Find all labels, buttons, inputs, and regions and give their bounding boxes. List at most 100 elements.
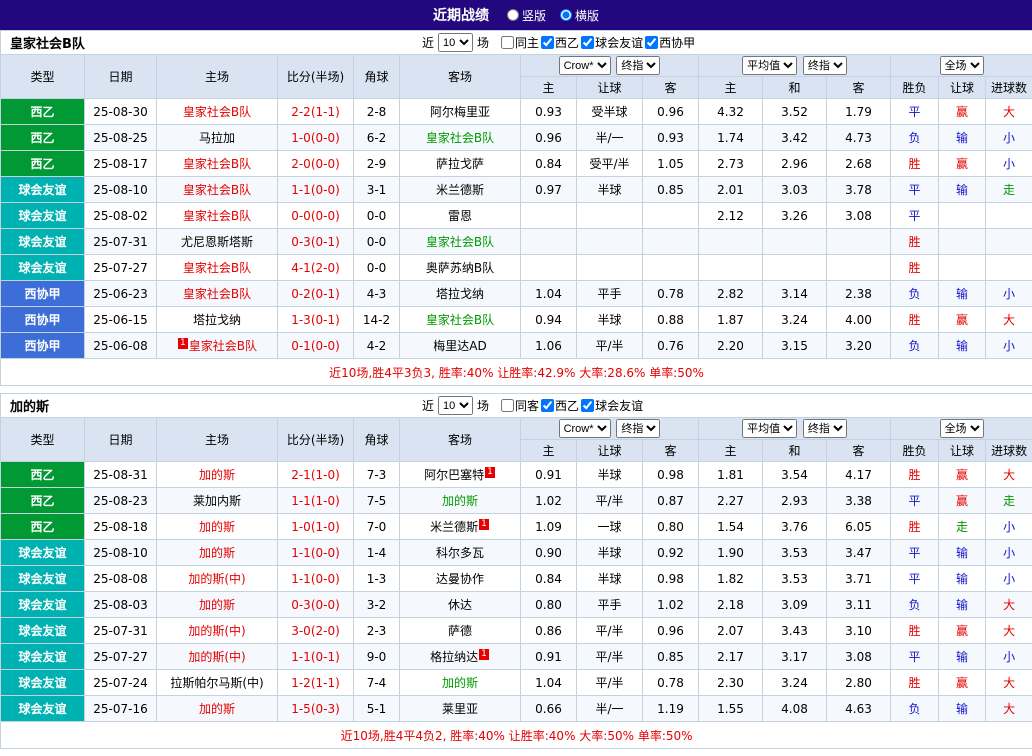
team-name-link[interactable]: 皇家社会B队 xyxy=(426,313,494,327)
team-name-link[interactable]: 奥萨苏纳B队 xyxy=(426,261,494,275)
checkbox-同客[interactable] xyxy=(501,399,514,412)
checkbox-球会友谊[interactable] xyxy=(581,36,594,49)
score-cell[interactable]: 1-0(0-0) xyxy=(278,125,354,151)
bookmaker-select[interactable]: Crow* xyxy=(559,56,611,75)
team-name-link[interactable]: 拉斯帕尔马斯(中) xyxy=(170,676,263,690)
team-name-link[interactable]: 皇家社会B队 xyxy=(183,183,251,197)
score-cell[interactable]: 1-5(0-3) xyxy=(278,696,354,722)
filter-checkbox-西乙[interactable]: 西乙 xyxy=(541,397,579,414)
recent-count-select[interactable]: 10 xyxy=(438,396,473,415)
team-name-link[interactable]: 塔拉戈纳 xyxy=(193,313,241,327)
team-name-link[interactable]: 科尔多瓦 xyxy=(436,546,484,560)
checkbox-西乙[interactable] xyxy=(541,36,554,49)
filter-checkbox-球会友谊[interactable]: 球会友谊 xyxy=(581,397,643,414)
layout-option-vertical[interactable]: 竖版 xyxy=(507,7,546,24)
score-cell[interactable]: 1-0(1-0) xyxy=(278,514,354,540)
team-name-link[interactable]: 尤尼恩斯塔斯 xyxy=(181,235,253,249)
europe-away-odds-cell: 3.20 xyxy=(827,333,891,359)
team-name-link[interactable]: 达曼协作 xyxy=(436,572,484,586)
scope-select[interactable]: 全场 xyxy=(940,56,984,75)
team-name-link[interactable]: 加的斯 xyxy=(199,702,235,716)
filter-checkbox-同主[interactable]: 同主 xyxy=(501,34,539,51)
team-name-link[interactable]: 米兰德斯 xyxy=(436,183,484,197)
score-cell[interactable]: 1-3(0-1) xyxy=(278,307,354,333)
team-name-link[interactable]: 皇家社会B队 xyxy=(189,339,257,353)
score-cell[interactable]: 2-1(1-0) xyxy=(278,462,354,488)
corners-cell: 1-3 xyxy=(354,566,400,592)
europe-final-odds-select[interactable]: 终指 xyxy=(803,56,847,75)
team-name-link[interactable]: 格拉纳达 xyxy=(430,650,478,664)
score-cell[interactable]: 0-3(0-1) xyxy=(278,229,354,255)
recent-count-select[interactable]: 10 xyxy=(438,33,473,52)
checkbox-西协甲[interactable] xyxy=(645,36,658,49)
team-name-link[interactable]: 皇家社会B队 xyxy=(426,235,494,249)
team-name-link[interactable]: 加的斯(中) xyxy=(188,624,245,638)
layout-radio[interactable] xyxy=(507,9,519,21)
team-name-link[interactable]: 阿尔巴塞特 xyxy=(424,468,484,482)
checkbox-同主[interactable] xyxy=(501,36,514,49)
team-name-link[interactable]: 米兰德斯 xyxy=(430,520,478,534)
team-name-link[interactable]: 雷恩 xyxy=(448,209,472,223)
team-name-link[interactable]: 萨拉戈萨 xyxy=(436,157,484,171)
team-name-link[interactable]: 加的斯 xyxy=(199,520,235,534)
team-name-link[interactable]: 加的斯(中) xyxy=(188,650,245,664)
team-name-link[interactable]: 阿尔梅里亚 xyxy=(430,105,490,119)
filter-checkbox-球会友谊[interactable]: 球会友谊 xyxy=(581,34,643,51)
asia-handicap-cell: 平/半 xyxy=(577,670,643,696)
team-name-link[interactable]: 皇家社会B队 xyxy=(183,209,251,223)
checkbox-西乙[interactable] xyxy=(541,399,554,412)
layout-radio[interactable] xyxy=(560,9,572,21)
europe-avg-select[interactable]: 平均值 xyxy=(742,419,797,438)
team-name-link[interactable]: 皇家社会B队 xyxy=(183,157,251,171)
result-winloss-cell: 平 xyxy=(891,566,939,592)
asia-final-odds-select[interactable]: 终指 xyxy=(616,56,660,75)
team-name-link[interactable]: 塔拉戈纳 xyxy=(436,287,484,301)
team-name-link[interactable]: 莱里亚 xyxy=(442,702,478,716)
filter-checkbox-西乙[interactable]: 西乙 xyxy=(541,34,579,51)
score-cell[interactable]: 0-0(0-0) xyxy=(278,203,354,229)
filter-checkbox-西协甲[interactable]: 西协甲 xyxy=(645,34,695,51)
team-name-link[interactable]: 皇家社会B队 xyxy=(183,261,251,275)
europe-avg-select[interactable]: 平均值 xyxy=(742,56,797,75)
score-cell[interactable]: 1-1(0-0) xyxy=(278,540,354,566)
score-cell[interactable]: 1-1(1-0) xyxy=(278,488,354,514)
result-goals-cell: 走 xyxy=(986,488,1032,514)
team-name-link[interactable]: 皇家社会B队 xyxy=(183,105,251,119)
team-name-link[interactable]: 马拉加 xyxy=(199,131,235,145)
team-name-link[interactable]: 加的斯 xyxy=(442,676,478,690)
team-name-link[interactable]: 休达 xyxy=(448,598,472,612)
corners-cell: 7-4 xyxy=(354,670,400,696)
score-cell[interactable]: 0-1(0-0) xyxy=(278,333,354,359)
team-name-link[interactable]: 加的斯(中) xyxy=(188,572,245,586)
team-name-link[interactable]: 皇家社会B队 xyxy=(183,287,251,301)
bookmaker-select[interactable]: Crow* xyxy=(559,419,611,438)
asia-final-odds-select[interactable]: 终指 xyxy=(616,419,660,438)
team-name-link[interactable]: 莱加内斯 xyxy=(193,494,241,508)
team-name-link[interactable]: 皇家社会B队 xyxy=(426,131,494,145)
score-cell[interactable]: 4-1(2-0) xyxy=(278,255,354,281)
team-name-link[interactable]: 加的斯 xyxy=(199,546,235,560)
score-cell[interactable]: 3-0(2-0) xyxy=(278,618,354,644)
team-name-link[interactable]: 加的斯 xyxy=(199,468,235,482)
checkbox-球会友谊[interactable] xyxy=(581,399,594,412)
date-cell: 25-08-08 xyxy=(85,566,157,592)
team-name-link[interactable]: 加的斯 xyxy=(442,494,478,508)
team-name-link[interactable]: 梅里达AD xyxy=(433,339,486,353)
result-handicap-cell xyxy=(939,255,986,281)
away-team-cell: 萨拉戈萨 xyxy=(400,151,521,177)
team-name-link[interactable]: 加的斯 xyxy=(199,598,235,612)
europe-final-odds-select[interactable]: 终指 xyxy=(803,419,847,438)
score-cell[interactable]: 2-2(1-1) xyxy=(278,99,354,125)
score-cell[interactable]: 2-0(0-0) xyxy=(278,151,354,177)
filter-checkbox-同客[interactable]: 同客 xyxy=(501,397,539,414)
score-cell[interactable]: 1-1(0-0) xyxy=(278,177,354,203)
score-cell[interactable]: 0-2(0-1) xyxy=(278,281,354,307)
score-cell[interactable]: 1-1(0-0) xyxy=(278,566,354,592)
score-cell[interactable]: 1-2(1-1) xyxy=(278,670,354,696)
scope-select[interactable]: 全场 xyxy=(940,419,984,438)
score-cell[interactable]: 1-1(0-1) xyxy=(278,644,354,670)
europe-home-odds-cell: 2.07 xyxy=(699,618,763,644)
layout-option-horizontal[interactable]: 横版 xyxy=(560,7,599,24)
team-name-link[interactable]: 萨德 xyxy=(448,624,472,638)
score-cell[interactable]: 0-3(0-0) xyxy=(278,592,354,618)
